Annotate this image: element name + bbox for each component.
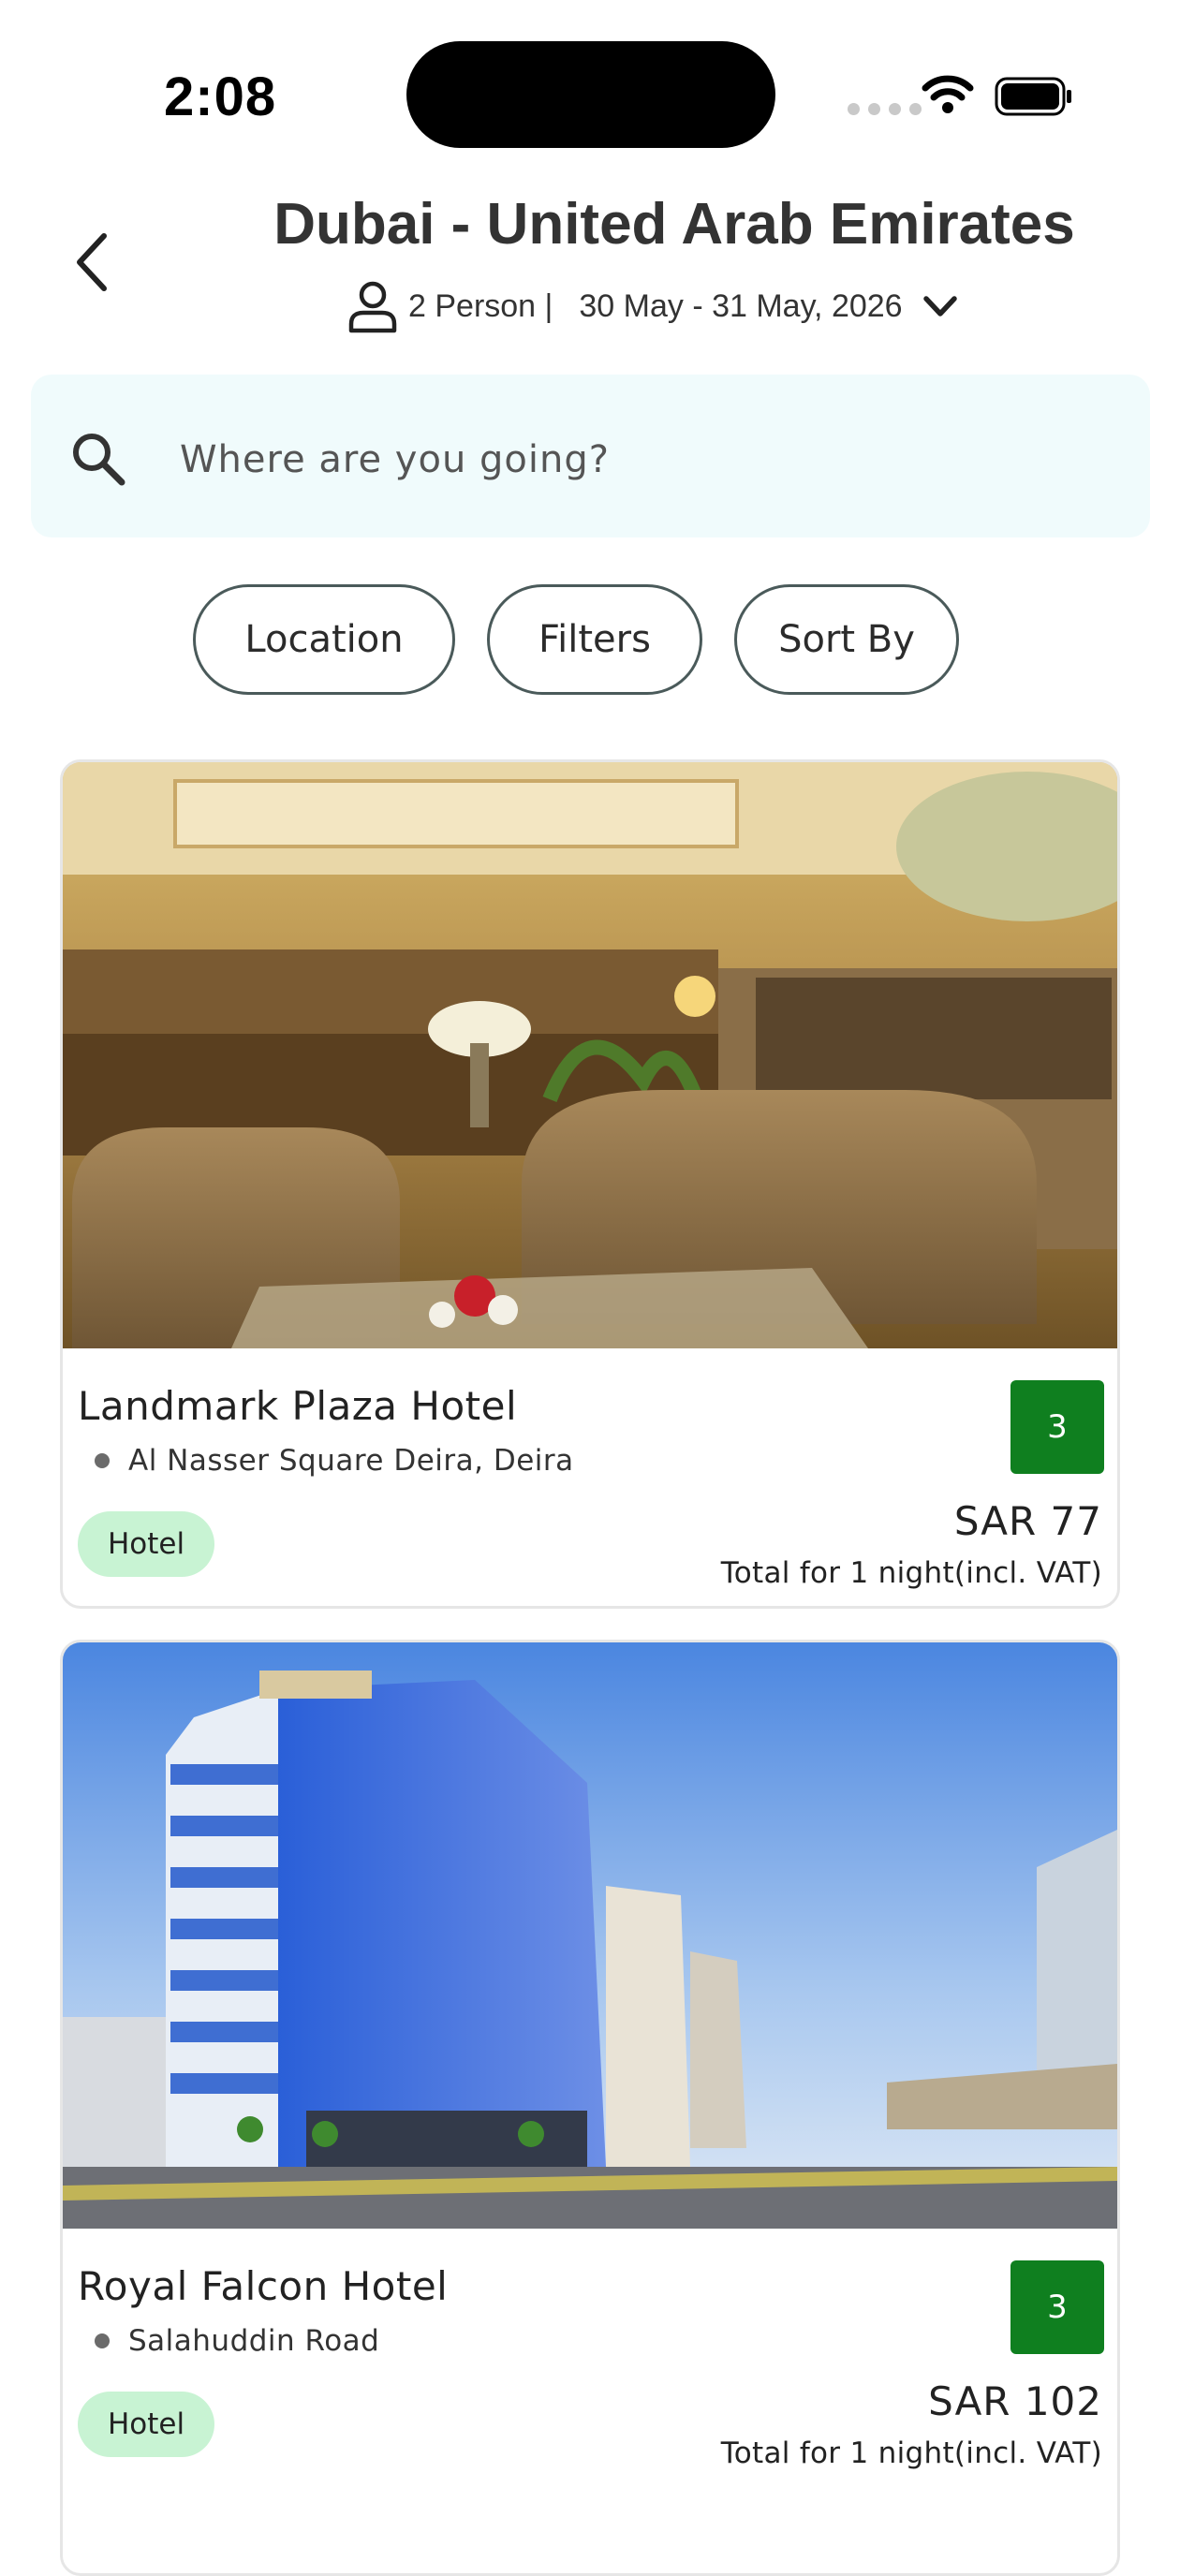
hotel-address: Al Nasser Square Deira, Deira: [95, 1444, 574, 1478]
location-button[interactable]: Location: [193, 584, 455, 695]
sort-by-button[interactable]: Sort By: [734, 584, 959, 695]
property-type-badge: Hotel: [78, 2392, 214, 2457]
destination-title: Dubai - United Arab Emirates: [273, 192, 1075, 257]
date-range: 30 May - 31 May, 2026: [579, 287, 903, 324]
search-input[interactable]: [178, 429, 1099, 491]
hotel-name: Royal Falcon Hotel: [78, 2263, 449, 2309]
wifi-icon: [922, 75, 974, 113]
person-icon: [348, 281, 397, 333]
guest-count: 2 Person |: [408, 287, 553, 324]
hotel-card[interactable]: Royal Falcon Hotel Salahuddin Road 3 Hot…: [60, 1640, 1120, 2576]
property-type-badge: Hotel: [78, 1511, 214, 1577]
hotel-card[interactable]: Landmark Plaza Hotel Al Nasser Square De…: [60, 759, 1120, 1609]
trip-summary[interactable]: 2 Person | 30 May - 31 May, 2026: [347, 279, 959, 333]
hotel-name: Landmark Plaza Hotel: [78, 1383, 518, 1429]
back-button[interactable]: [58, 225, 124, 300]
cellular-signal-icon: [848, 103, 922, 115]
price-note: Total for 1 night(incl. VAT): [720, 2436, 1102, 2470]
chevron-left-icon: [77, 233, 107, 291]
hotel-address: Salahuddin Road: [95, 2324, 379, 2358]
price-note: Total for 1 night(incl. VAT): [720, 1556, 1102, 1590]
star-rating-badge: 3: [1010, 1380, 1104, 1474]
battery-icon: [995, 77, 1071, 116]
hotel-address-text: Salahuddin Road: [128, 2324, 380, 2358]
location-dot-icon: [95, 1453, 110, 1468]
location-dot-icon: [95, 2333, 110, 2348]
dynamic-island: [406, 41, 775, 148]
chevron-down-icon[interactable]: [922, 287, 959, 325]
hotel-price: SAR 77: [953, 1498, 1102, 1544]
filters-button[interactable]: Filters: [487, 584, 702, 695]
hotel-address-text: Al Nasser Square Deira, Deira: [128, 1444, 574, 1478]
hotel-photo: [63, 1642, 1117, 2229]
status-time: 2:08: [164, 66, 277, 127]
search-icon: [73, 434, 125, 486]
hotel-price: SAR 102: [928, 2378, 1102, 2424]
hotel-photo: [63, 762, 1117, 1348]
star-rating-badge: 3: [1010, 2260, 1104, 2354]
